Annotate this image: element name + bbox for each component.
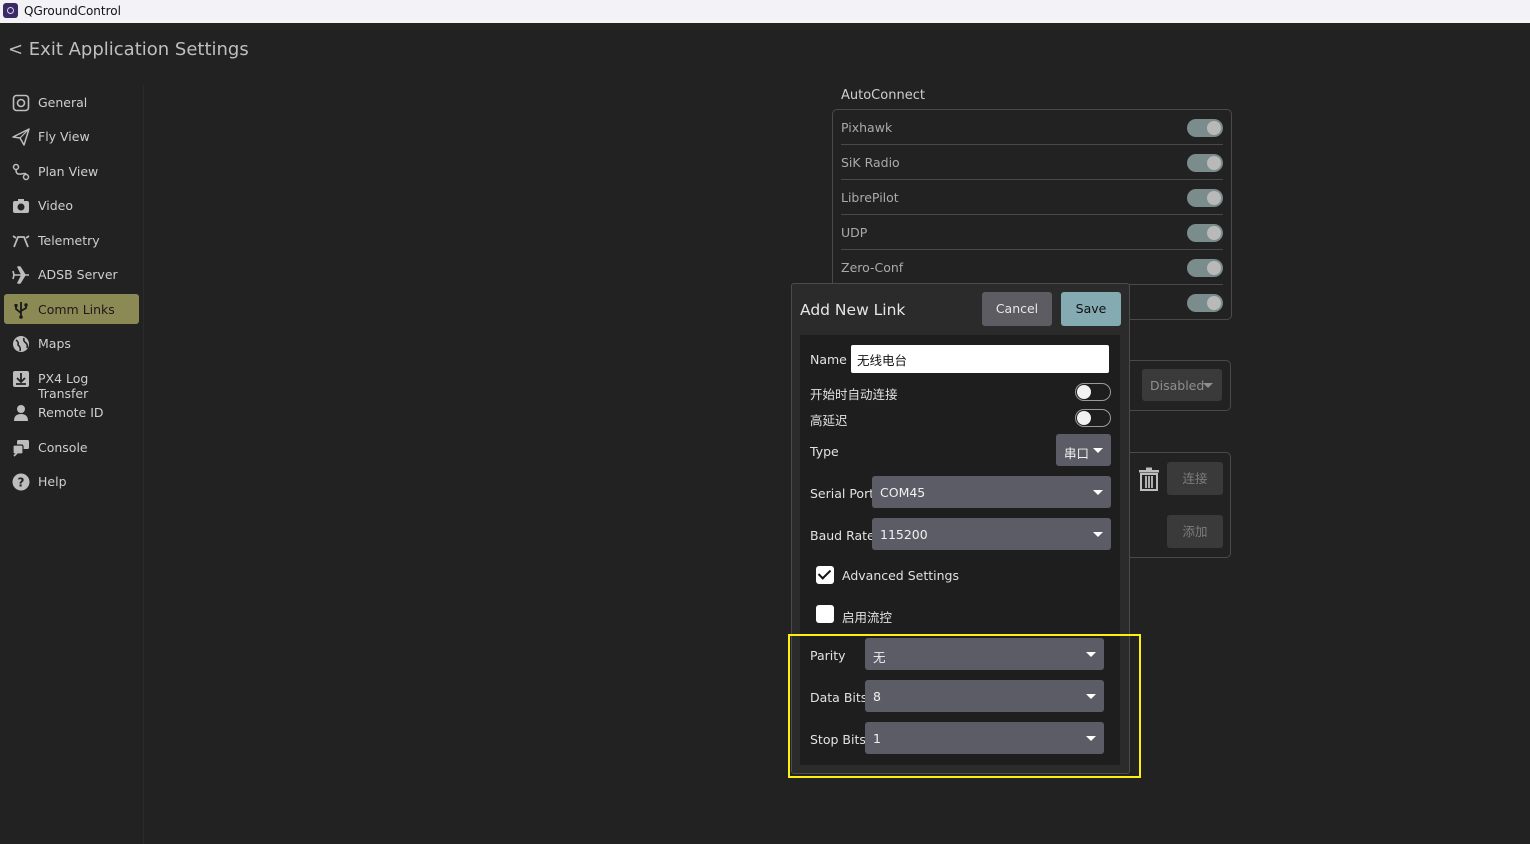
sidebar-item-telemetry[interactable]: Telemetry <box>4 225 139 255</box>
autoconnect-pixhawk-switch[interactable] <box>1187 119 1223 137</box>
sidebar-item-label: Maps <box>38 336 71 351</box>
autoconnect-row-sik-radio: SiK Radio <box>833 145 1231 180</box>
autoconnect-row-zero-conf: Zero-Conf <box>833 250 1231 285</box>
high-latency-label: 高延迟 <box>810 413 848 428</box>
autoconnect-row-librepilot: LibrePilot <box>833 180 1231 215</box>
serial-port-label: Serial Port <box>810 486 875 501</box>
name-label: Name <box>810 352 847 367</box>
chevron-down-icon <box>1093 532 1103 537</box>
sidebar-item-video[interactable]: Video <box>4 190 139 220</box>
globe-icon <box>12 335 30 353</box>
trash-icon[interactable] <box>1138 467 1160 491</box>
sidebar-item-label: General <box>38 95 88 110</box>
dialog-title: Add New Link <box>800 301 906 319</box>
autoconnect-row-pixhawk: Pixhawk <box>833 110 1231 145</box>
autoconnect-udp-switch[interactable] <box>1187 224 1223 242</box>
autoconnect-title: AutoConnect <box>841 88 925 103</box>
sidebar-item-label: Console <box>38 440 88 455</box>
sidebar-item-label: Fly View <box>38 129 90 144</box>
telemetry-icon <box>12 232 30 250</box>
settings-sidebar: General Fly View Plan View Video Telemet… <box>0 85 143 844</box>
sidebar-divider <box>143 85 144 844</box>
sidebar-item-plan-view[interactable]: Plan View <box>4 156 139 186</box>
cancel-button[interactable]: Cancel <box>982 292 1052 326</box>
save-button[interactable]: Save <box>1061 292 1121 326</box>
baud-rate-dropdown[interactable]: 115200 <box>872 518 1111 550</box>
autoconnect-hidden-switch[interactable] <box>1187 294 1223 312</box>
autoconnect-label: Pixhawk <box>841 120 893 135</box>
serial-port-dropdown[interactable]: COM45 <box>872 476 1111 508</box>
chevron-down-icon <box>1093 490 1103 495</box>
autoconnect-zero-conf-switch[interactable] <box>1187 259 1223 277</box>
advanced-settings-checkbox[interactable] <box>816 566 834 584</box>
general-icon <box>12 94 30 112</box>
type-label: Type <box>810 444 839 459</box>
rtk-dropdown[interactable]: Disabled <box>1142 369 1222 401</box>
autoconnect-label: Zero-Conf <box>841 260 904 275</box>
flow-control-label: 启用流控 <box>842 610 893 625</box>
sidebar-item-general[interactable]: General <box>4 87 139 117</box>
highlight-box <box>788 634 1141 778</box>
autoconnect-label: UDP <box>841 225 868 240</box>
autoconnect-on-start-switch[interactable] <box>1075 383 1111 401</box>
serial-port-value: COM45 <box>880 485 926 500</box>
sidebar-item-label: Telemetry <box>38 233 100 248</box>
autoconnect-librepilot-switch[interactable] <box>1187 189 1223 207</box>
advanced-settings-label: Advanced Settings <box>842 568 959 583</box>
sidebar-item-adsb-server[interactable]: ADSB Server <box>4 259 139 289</box>
console-icon <box>12 439 30 457</box>
rtk-dropdown-value: Disabled <box>1150 378 1205 393</box>
high-latency-switch[interactable] <box>1075 409 1111 427</box>
sidebar-item-label: Comm Links <box>38 302 115 317</box>
sidebar-item-help[interactable]: ? Help <box>4 466 139 496</box>
name-input[interactable] <box>851 345 1109 373</box>
autoconnect-on-start-label: 开始时自动连接 <box>810 387 898 402</box>
airplane-icon <box>12 266 30 284</box>
type-dropdown[interactable]: 串口 <box>1056 434 1111 466</box>
sidebar-item-label: ADSB Server <box>38 267 118 282</box>
window-titlebar: QGroundControl <box>0 0 1530 23</box>
chevron-down-icon <box>1093 448 1103 453</box>
type-dropdown-value: 串口 <box>1064 446 1090 461</box>
sidebar-item-px4-log-transfer[interactable]: PX4 Log Transfer <box>4 363 139 401</box>
baud-rate-label: Baud Rate <box>810 528 875 543</box>
usb-icon <box>12 301 30 319</box>
sidebar-item-remote-id[interactable]: Remote ID <box>4 397 139 427</box>
autoconnect-sik-radio-switch[interactable] <box>1187 154 1223 172</box>
qgc-logo-icon <box>3 3 18 18</box>
sidebar-item-label: Plan View <box>38 164 99 179</box>
paper-plane-icon <box>12 128 30 146</box>
autoconnect-row-udp: UDP <box>833 215 1231 250</box>
sidebar-item-comm-links[interactable]: Comm Links <box>4 294 139 324</box>
route-icon <box>12 163 30 181</box>
sidebar-item-fly-view[interactable]: Fly View <box>4 121 139 151</box>
add-link-button[interactable]: 添加 <box>1167 515 1223 548</box>
sidebar-item-label: Help <box>38 474 67 489</box>
download-icon <box>12 370 30 388</box>
camera-icon <box>12 197 30 215</box>
baud-rate-value: 115200 <box>880 527 928 542</box>
sidebar-item-label: Video <box>38 198 74 213</box>
autoconnect-label: LibrePilot <box>841 190 899 205</box>
help-icon: ? <box>12 473 30 491</box>
sidebar-item-console[interactable]: Console <box>4 432 139 462</box>
window-title: QGroundControl <box>24 4 121 18</box>
svg-text:?: ? <box>18 476 25 490</box>
person-icon <box>12 404 30 422</box>
exit-settings-link[interactable]: < Exit Application Settings <box>8 39 249 60</box>
sidebar-item-label: Remote ID <box>38 405 104 420</box>
sidebar-item-maps[interactable]: Maps <box>4 328 139 358</box>
connect-button[interactable]: 连接 <box>1167 462 1223 495</box>
flow-control-checkbox[interactable] <box>816 605 834 623</box>
autoconnect-label: SiK Radio <box>841 155 900 170</box>
chevron-down-icon <box>1203 383 1213 388</box>
